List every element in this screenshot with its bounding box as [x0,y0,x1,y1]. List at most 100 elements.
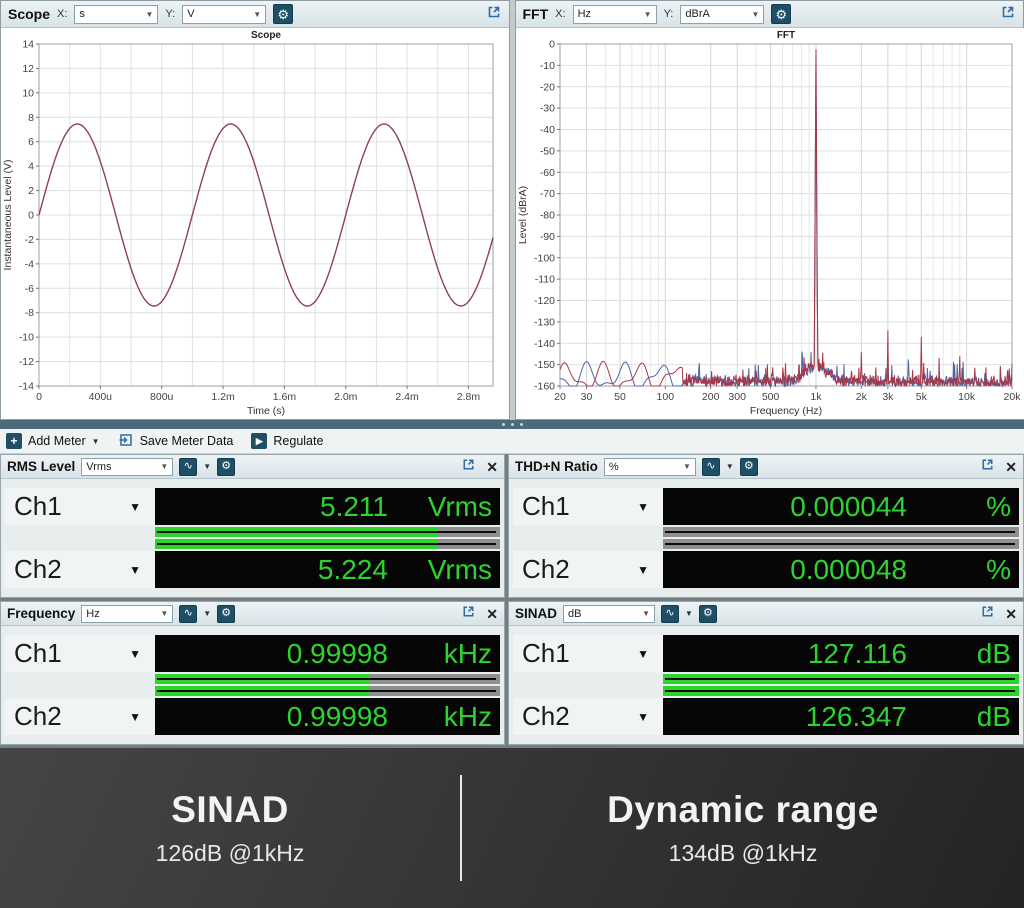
channel-select[interactable]: Ch2▼ [513,551,663,588]
chevron-down-icon: ▼ [146,10,154,19]
gear-icon[interactable]: ⚙ [699,605,717,623]
fft-y-unit-select[interactable]: dBrA▼ [680,5,764,24]
svg-text:-12: -12 [19,356,34,368]
chevron-down-icon: ▼ [203,609,211,618]
close-icon[interactable]: ✕ [1005,460,1017,474]
plots-row: Scope X: s▼ Y: V▼ ⚙ 0400u800u1.2m1.6m2.0… [0,0,1024,420]
meter-display: 0.99998kHz [155,698,500,735]
svg-text:Level (dBrA): Level (dBrA) [517,186,529,244]
meter-display: 5.211Vrms [155,488,500,525]
svg-text:3k: 3k [882,391,894,403]
channel-select[interactable]: Ch1▼ [5,635,155,672]
fft-chart-area: 2030501002003005001k2k3k5k10k20k-160-150… [516,28,1024,419]
regulate-button[interactable]: ▶ Regulate [251,433,323,449]
level-bar [513,686,1019,696]
svg-text:FFT: FFT [776,30,794,41]
unit-select[interactable]: dB▼ [563,605,655,623]
save-icon [118,432,134,451]
svg-text:8: 8 [28,112,34,124]
svg-text:10k: 10k [958,391,976,403]
meter-style-icon[interactable]: ∿ [702,458,720,476]
svg-text:-140: -140 [533,338,554,350]
save-meter-data-button[interactable]: Save Meter Data [118,432,234,451]
channel-row: Ch1▼ 5.211Vrms [5,488,500,525]
chevron-down-icon: ▼ [644,10,652,19]
unit-select[interactable]: Hz▼ [81,605,173,623]
popout-icon[interactable] [1000,4,1016,25]
svg-text:1.6m: 1.6m [273,391,297,403]
svg-text:30: 30 [580,391,592,403]
meter-display: 0.000044% [663,488,1019,525]
gear-icon[interactable]: ⚙ [740,458,758,476]
close-icon[interactable]: ✕ [486,607,498,621]
chevron-down-icon: ▼ [253,10,261,19]
level-bar [5,527,500,537]
chevron-down-icon: ▼ [637,563,649,577]
gear-icon[interactable]: ⚙ [273,4,293,24]
meter-header: THD+N Ratio %▼ ∿▼ ⚙ ✕ [509,455,1023,479]
channel-row: Ch1▼ 127.116dB [513,635,1019,672]
gear-icon[interactable]: ⚙ [217,605,235,623]
gear-icon[interactable]: ⚙ [771,4,791,24]
chevron-down-icon: ▼ [203,462,211,471]
meter-style-icon[interactable]: ∿ [661,605,679,623]
chevron-down-icon: ▼ [637,500,649,514]
popout-icon[interactable] [980,604,995,624]
scope-x-unit-select[interactable]: s▼ [74,5,158,24]
meter-style-icon[interactable]: ∿ [179,458,197,476]
channel-row: Ch2▼ 0.99998kHz [5,698,500,735]
svg-text:-120: -120 [533,295,554,307]
svg-text:50: 50 [614,391,626,403]
meter-body: Ch1▼ 127.116dB Ch2▼ 126.347dB [509,626,1023,744]
unit-select[interactable]: %▼ [604,458,696,476]
svg-text:-80: -80 [539,210,554,222]
popout-icon[interactable] [486,4,502,25]
meter-style-icon[interactable]: ∿ [179,605,197,623]
svg-text:2: 2 [28,185,34,197]
channel-row: Ch1▼ 0.99998kHz [5,635,500,672]
channel-row: Ch2▼ 5.224Vrms [5,551,500,588]
svg-text:-150: -150 [533,359,554,371]
close-icon[interactable]: ✕ [1005,607,1017,621]
channel-select[interactable]: Ch1▼ [513,635,663,672]
close-icon[interactable]: ✕ [486,460,498,474]
svg-text:-160: -160 [533,381,554,393]
unit-select[interactable]: Vrms▼ [81,458,173,476]
scope-y-label: Y: [165,8,175,20]
channel-select[interactable]: Ch1▼ [513,488,663,525]
chevron-down-icon: ▼ [683,462,691,471]
svg-text:400u: 400u [89,391,113,403]
channel-select[interactable]: Ch2▼ [5,551,155,588]
fft-chart: 2030501002003005001k2k3k5k10k20k-160-150… [516,28,1024,419]
svg-text:-4: -4 [25,258,34,270]
meter-header: Frequency Hz▼ ∿▼ ⚙ ✕ [1,602,504,626]
level-bar [513,527,1019,537]
gear-icon[interactable]: ⚙ [217,458,235,476]
horizontal-splitter[interactable] [0,420,1024,429]
play-icon: ▶ [251,433,267,449]
meter-display: 5.224Vrms [155,551,500,588]
channel-select[interactable]: Ch2▼ [5,698,155,735]
scope-y-unit-select[interactable]: V▼ [182,5,266,24]
svg-text:2.4m: 2.4m [395,391,419,403]
popout-icon[interactable] [461,604,476,624]
channel-select[interactable]: Ch2▼ [513,698,663,735]
chevron-down-icon: ▼ [129,563,141,577]
chevron-down-icon: ▼ [129,500,141,514]
fft-x-unit-select[interactable]: Hz▼ [573,5,657,24]
meter-display: 0.000048% [663,551,1019,588]
channel-select[interactable]: Ch1▼ [5,488,155,525]
meter-rms-level: RMS Level Vrms▼ ∿▼ ⚙ ✕ Ch1▼ 5.211Vrms Ch… [0,454,505,598]
chevron-down-icon: ▼ [637,647,649,661]
results-banner: SINAD 126dB @1kHz Dynamic range 134dB @1… [0,748,1024,908]
svg-text:0: 0 [549,39,555,51]
scope-panel: Scope X: s▼ Y: V▼ ⚙ 0400u800u1.2m1.6m2.0… [0,0,510,420]
meter-body: Ch1▼ 5.211Vrms Ch2▼ 5.224Vrms [1,479,504,597]
popout-icon[interactable] [980,457,995,477]
popout-icon[interactable] [461,457,476,477]
chevron-down-icon: ▼ [685,609,693,618]
svg-text:500: 500 [761,391,779,403]
meter-sinad: SINAD dB▼ ∿▼ ⚙ ✕ Ch1▼ 127.116dB Ch2▼ 126… [508,601,1024,745]
channel-row: Ch1▼ 0.000044% [513,488,1019,525]
add-meter-button[interactable]: + Add Meter ▼ [6,433,100,449]
